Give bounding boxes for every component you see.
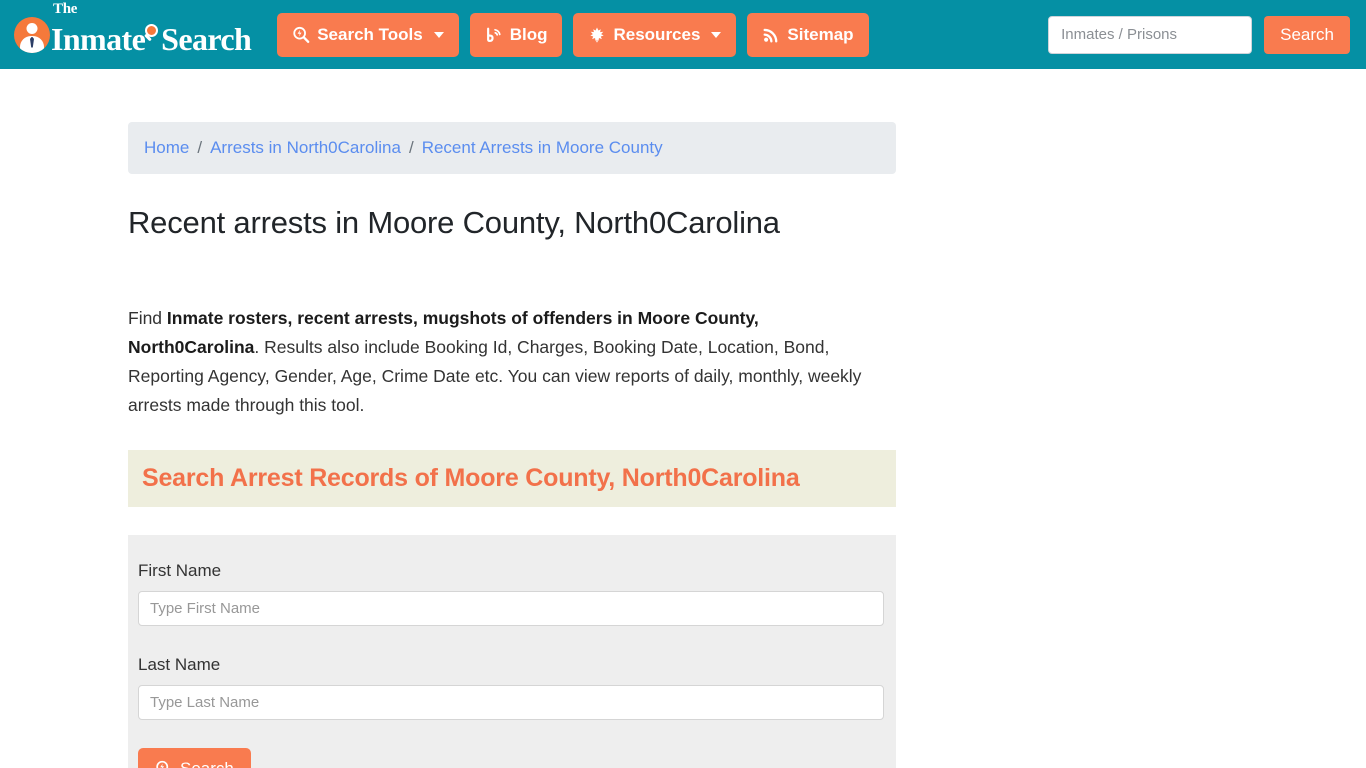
rss-icon — [762, 26, 780, 44]
navbar-search-button[interactable]: Search — [1264, 15, 1350, 54]
resources-label: Resources — [613, 24, 701, 44]
page-title: Recent arrests in Moore County, North0Ca… — [128, 205, 780, 240]
search-banner-heading: Search Arrest Records of Moore County, N… — [142, 463, 800, 492]
search-bolt-icon — [292, 26, 310, 44]
logo-inmate-text: Inmate — [51, 20, 146, 57]
magnifier-icon — [142, 22, 163, 46]
form-search-button[interactable]: Search — [138, 747, 251, 768]
intro-lead: Find — [128, 307, 167, 328]
first-name-group: First Name — [138, 561, 886, 626]
sitemap-button[interactable]: Sitemap — [747, 12, 869, 57]
resources-button[interactable]: Resources — [573, 12, 737, 57]
logo-wordmark: The Inmate — [51, 1, 146, 57]
chevron-down-icon — [711, 31, 722, 38]
breadcrumb-item-home[interactable]: Home — [144, 138, 189, 158]
page-body: Home / Arrests in North0Carolina / Recen… — [0, 69, 1366, 768]
arrest-search-form: First Name Last Name Search — [128, 534, 896, 768]
search-tools-button[interactable]: Search Tools — [277, 12, 459, 57]
content-container: Home / Arrests in North0Carolina / Recen… — [128, 122, 896, 768]
intro-paragraph: Find Inmate rosters, recent arrests, mug… — [128, 304, 888, 420]
last-name-label: Last Name — [138, 654, 221, 674]
breadcrumb-separator: / — [408, 138, 414, 157]
top-navbar: The Inmate Search Search Tools Blog Reso… — [0, 0, 1366, 69]
breadcrumb: Home / Arrests in North0Carolina / Recen… — [128, 122, 896, 174]
blog-label: Blog — [509, 24, 548, 44]
logo-search-text: Search — [161, 20, 252, 57]
first-name-label: First Name — [138, 560, 222, 580]
first-name-input[interactable] — [138, 590, 884, 626]
breadcrumb-item-current: Recent Arrests in Moore County — [421, 138, 663, 157]
breadcrumb-item-state[interactable]: Arrests in North0Carolina — [210, 138, 401, 158]
person-avatar-icon — [14, 16, 50, 53]
search-bolt-icon — [155, 760, 172, 768]
last-name-group: Last Name — [138, 655, 886, 720]
nav-button-group: Search Tools Blog Resources Sitemap — [277, 12, 869, 57]
chevron-down-icon — [433, 31, 444, 38]
last-name-input[interactable] — [138, 684, 884, 720]
blog-button[interactable]: Blog — [469, 12, 563, 57]
search-banner: Search Arrest Records of Moore County, N… — [128, 449, 896, 507]
leaf-icon — [588, 26, 606, 44]
navbar-search-input[interactable] — [1048, 15, 1253, 54]
search-tools-label: Search Tools — [317, 24, 423, 44]
blogger-icon — [485, 26, 503, 44]
breadcrumb-separator: / — [197, 138, 203, 157]
logo-the-text: The — [53, 0, 78, 17]
form-search-label: Search — [180, 759, 234, 768]
site-logo[interactable]: The Inmate Search — [14, 1, 252, 58]
navbar-search-group: Search — [1048, 15, 1350, 54]
sitemap-label: Sitemap — [787, 24, 854, 44]
